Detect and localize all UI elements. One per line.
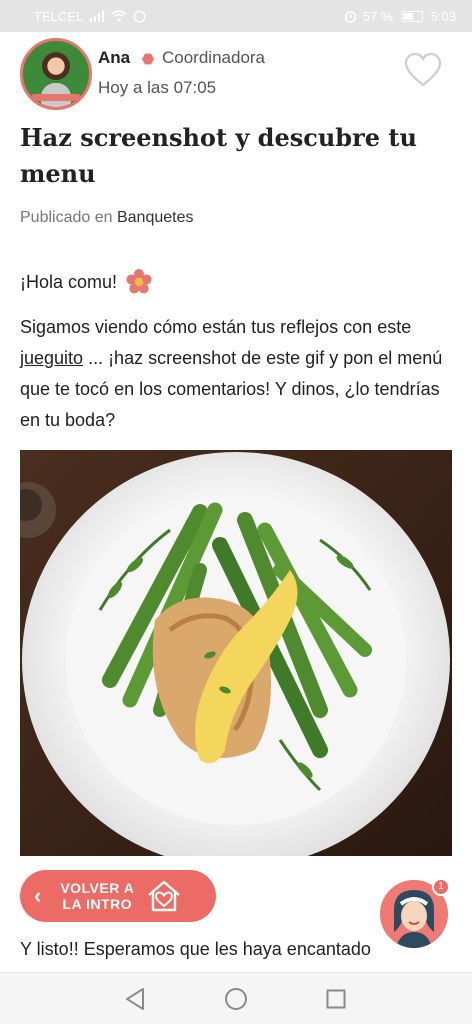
- author-role: Coordinadora: [162, 48, 266, 67]
- status-bar: TELCEL 57 % 5:03: [0, 0, 472, 32]
- author-row: Ana Coordinadora Hoy a las 07:05: [20, 38, 452, 114]
- back-triangle-icon[interactable]: [124, 987, 146, 1011]
- notification-badge: 1: [432, 878, 450, 896]
- navigation-bar: [0, 972, 472, 1024]
- battery-fill: [402, 12, 413, 20]
- wifi-icon: [111, 10, 127, 22]
- status-right: 57 % 5:03: [344, 9, 456, 24]
- closing-text: Y listo!! Esperamos que les haya encanta…: [20, 939, 371, 959]
- post-timestamp: Hoy a las 07:05: [98, 78, 217, 97]
- home-heart-icon: [148, 880, 181, 912]
- body-text-end: ... ¡haz screenshot de este gif y pon el…: [20, 348, 443, 430]
- avatar-ribbon: [31, 94, 81, 101]
- alarm-icon: [344, 10, 357, 23]
- home-circle-icon[interactable]: [224, 987, 248, 1011]
- author-name[interactable]: Ana: [98, 48, 130, 68]
- back-label-line2: LA INTRO: [62, 896, 133, 912]
- battery-icon: [400, 10, 423, 22]
- plated-asparagus-chicken-illustration: [20, 450, 452, 856]
- back-button-label: VOLVER A LA INTRO: [57, 880, 137, 912]
- role-badge-icon: [142, 53, 154, 65]
- chevron-left-icon: ‹: [34, 883, 42, 908]
- battery-percent: 57 %: [363, 8, 393, 24]
- carrier-label: TELCEL: [34, 8, 84, 24]
- like-heart-icon[interactable]: [404, 52, 442, 88]
- post-content: Ana Coordinadora Hoy a las 07:05 Haz scr…: [0, 32, 472, 972]
- post-title: Haz screenshot y descubre tu menu: [20, 123, 417, 188]
- greeting-text: ¡Hola comu!: [20, 271, 118, 292]
- body-text-start: Sigamos viendo cómo están tus reflejos c…: [20, 317, 412, 337]
- greeting: ¡Hola comu!: [20, 268, 153, 296]
- clock: 5:03: [430, 8, 456, 24]
- post-body: Sigamos viendo cómo están tus reflejos c…: [20, 312, 460, 436]
- published-prefix: Publicado en: [20, 209, 113, 226]
- author-avatar[interactable]: [20, 38, 92, 110]
- whatsapp-icon: [133, 9, 146, 23]
- back-label-line1: VOLVER A: [60, 880, 135, 896]
- category-link[interactable]: Banquetes: [117, 209, 194, 226]
- flower-icon: [126, 269, 152, 294]
- back-to-intro-button[interactable]: ‹ VOLVER A LA INTRO: [20, 870, 216, 922]
- status-left: TELCEL: [34, 9, 146, 24]
- jueguito-link[interactable]: jueguito: [20, 348, 83, 368]
- published-in: Publicado en Banquetes: [20, 209, 193, 227]
- food-image: [20, 450, 452, 856]
- signal-icon: [90, 10, 105, 22]
- recent-apps-square-icon[interactable]: [326, 989, 346, 1009]
